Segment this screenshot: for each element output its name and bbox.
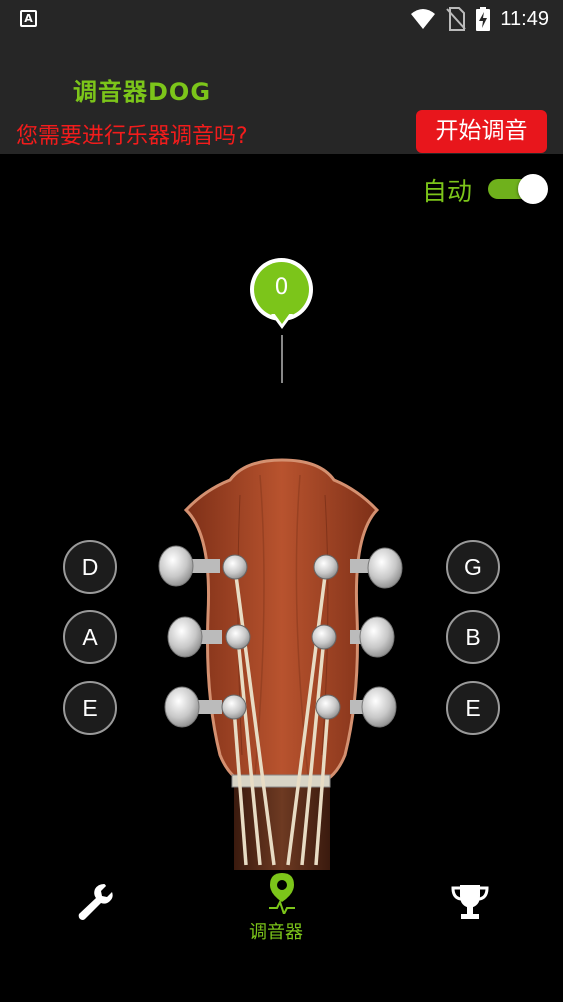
string-d-button[interactable]: D [63,540,117,594]
a-notification-icon: A [20,10,37,27]
string-b-button[interactable]: B [446,610,500,664]
auto-mode-toggle[interactable] [488,174,548,204]
tuner-pin-icon [269,873,295,917]
nav-tuner-label[interactable]: 调音器 [249,918,303,944]
wifi-icon [411,9,436,29]
battery-charging-icon [476,7,491,31]
nav-achievements[interactable] [450,882,490,922]
status-time: 11:49 [500,7,549,30]
wrench-icon [78,884,113,920]
string-high-e-button[interactable]: E [446,681,500,735]
pitch-pointer-fill [274,313,290,324]
status-icons: 11:49 [410,6,549,32]
no-sim-icon [446,7,467,31]
start-tuning-button[interactable]: 开始调音 [416,110,547,153]
bottom-navigation: 调音器 [0,860,563,1002]
auto-mode-label: 自动 [422,177,473,206]
string-g-button[interactable]: G [446,540,500,594]
toggle-knob [518,174,548,204]
pitch-needle [281,335,283,383]
guitar-headstock-image [158,458,403,870]
string-a-button[interactable]: A [63,610,117,664]
app-header: 调音器DOG 您需要进行乐器调音吗? 开始调音 [0,38,563,154]
pitch-indicator: 0 [250,258,313,321]
tune-prompt-text: 您需要进行乐器调音吗? [16,124,248,149]
nav-settings[interactable] [74,880,116,922]
trophy-icon [451,885,489,919]
string-low-e-button[interactable]: E [63,681,117,735]
status-bar: A 11:49 [0,0,563,38]
app-title: 调音器DOG [73,78,212,106]
nav-tuner[interactable] [266,872,298,917]
pitch-value: 0 [254,262,309,317]
